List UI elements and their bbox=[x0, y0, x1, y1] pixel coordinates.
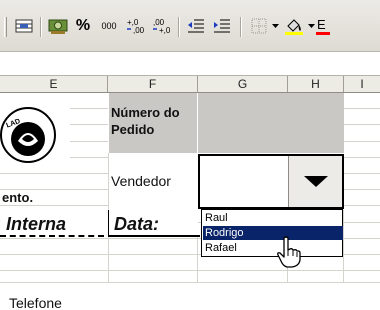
formula-area bbox=[0, 52, 380, 76]
borders-icon bbox=[251, 18, 267, 34]
date-label: Data: bbox=[114, 214, 160, 234]
order-number-label: Número do Pedido bbox=[111, 105, 180, 137]
increase-decimal-icon: +,0 ,00 bbox=[127, 18, 145, 35]
chevron-down-icon bbox=[303, 175, 328, 187]
increase-indent-button[interactable] bbox=[210, 13, 234, 39]
font-color-button[interactable]: E bbox=[316, 13, 330, 39]
formatting-toolbar: % 000 +,0 ,00 ,00 +,0 E bbox=[0, 0, 380, 52]
currency-icon bbox=[48, 19, 68, 34]
company-logo-icon: LAD bbox=[0, 107, 56, 163]
decrease-indent-button[interactable] bbox=[184, 13, 208, 39]
salesperson-label: Vendedor bbox=[111, 173, 171, 189]
toolbar-grip[interactable] bbox=[4, 17, 7, 37]
fill-color-dropdown-button[interactable] bbox=[306, 13, 316, 39]
decrease-indent-icon bbox=[188, 19, 204, 33]
text-fragment-interna: Interna bbox=[6, 214, 67, 234]
percent-style-button[interactable]: % bbox=[72, 13, 94, 39]
toolbar-row: % 000 +,0 ,00 ,00 +,0 E bbox=[0, 13, 380, 39]
list-option-raul[interactable]: Raul bbox=[203, 211, 343, 225]
column-header-i[interactable]: I bbox=[344, 76, 380, 92]
borders-dropdown-button[interactable] bbox=[270, 13, 280, 39]
svg-text:,00: ,00 bbox=[133, 26, 145, 35]
svg-text:+,0: +,0 bbox=[159, 26, 171, 35]
column-headers: E F G H I bbox=[0, 76, 380, 93]
svg-text:E: E bbox=[317, 17, 326, 32]
fill-color-icon bbox=[285, 19, 303, 35]
borders-button[interactable] bbox=[248, 13, 270, 39]
increase-indent-icon bbox=[214, 19, 230, 33]
toolbar-separator bbox=[240, 17, 242, 37]
decrease-decimal-button[interactable]: ,00 +,0 bbox=[150, 13, 174, 39]
toolbar-separator bbox=[40, 17, 42, 37]
merge-center-icon bbox=[15, 19, 33, 33]
gridline bbox=[0, 270, 380, 271]
increase-decimal-button[interactable]: +,0 ,00 bbox=[124, 13, 148, 39]
salesperson-dropdown-list[interactable]: Raul Rodrigo Rafael bbox=[201, 209, 343, 257]
currency-style-button[interactable] bbox=[46, 13, 70, 39]
combobox-dropdown-button[interactable] bbox=[288, 156, 342, 207]
cell-border bbox=[197, 93, 198, 153]
cell-border bbox=[108, 210, 109, 236]
comma-style-button[interactable]: 000 bbox=[96, 13, 122, 39]
font-color-icon: E bbox=[316, 17, 330, 35]
phone-label: Telefone bbox=[9, 295, 62, 310]
chevron-down-icon bbox=[307, 23, 315, 28]
underline bbox=[108, 235, 200, 237]
cell-border bbox=[108, 93, 109, 153]
list-option-rodrigo[interactable]: Rodrigo bbox=[203, 226, 343, 240]
list-option-rafael[interactable]: Rafael bbox=[203, 241, 343, 255]
gridline bbox=[108, 153, 109, 210]
decrease-decimal-icon: ,00 +,0 bbox=[153, 18, 171, 35]
chevron-down-icon bbox=[271, 23, 279, 28]
underline bbox=[0, 235, 104, 237]
column-header-f[interactable]: F bbox=[108, 76, 198, 92]
hand-cursor-icon bbox=[277, 236, 301, 268]
text-fragment-ento: ento. bbox=[2, 190, 34, 205]
column-header-h[interactable]: H bbox=[288, 76, 344, 92]
toolbar-separator bbox=[178, 17, 180, 37]
fill-color-button[interactable] bbox=[282, 13, 306, 39]
column-header-g[interactable]: G bbox=[198, 76, 288, 92]
column-header-e[interactable]: E bbox=[0, 76, 108, 92]
logo-area: LAD bbox=[0, 103, 70, 165]
merge-center-button[interactable] bbox=[12, 13, 36, 39]
